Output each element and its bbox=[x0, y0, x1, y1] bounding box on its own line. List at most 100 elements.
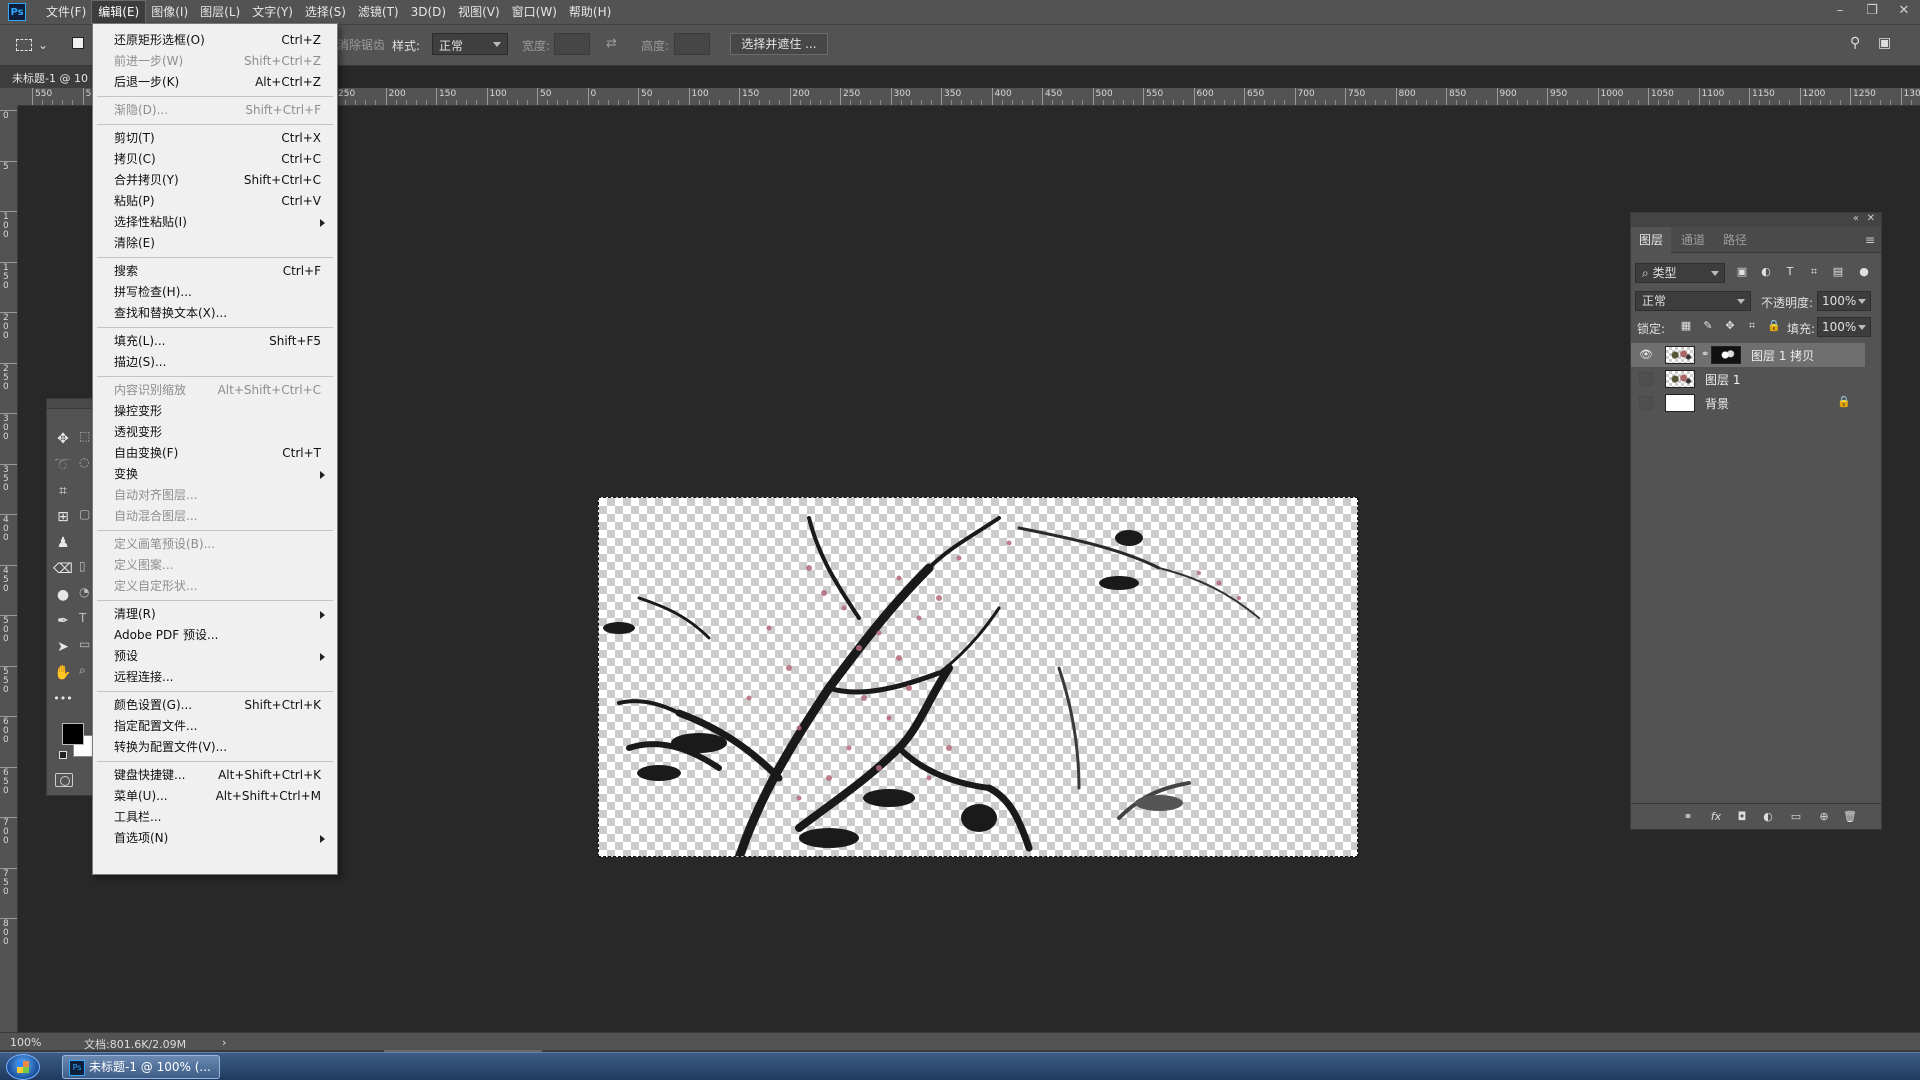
collapse-icon[interactable]: « bbox=[1853, 213, 1859, 224]
layer-row[interactable]: 背景 🔒 bbox=[1631, 391, 1865, 415]
edit-menu-item[interactable]: 预设 bbox=[93, 646, 337, 667]
layer-thumbnail[interactable] bbox=[1665, 394, 1695, 412]
edit-menu-item[interactable]: Adobe PDF 预设... bbox=[93, 625, 337, 646]
document-tab[interactable]: 未标题-1 @ 10 bbox=[0, 66, 94, 88]
default-colors-icon[interactable] bbox=[59, 751, 67, 759]
trash-icon[interactable]: 🗑 bbox=[1843, 810, 1857, 824]
height-input[interactable] bbox=[674, 33, 710, 55]
lock-transparency-icon[interactable]: ▦ bbox=[1679, 319, 1693, 333]
anti-alias-checkbox-label[interactable]: 消除锯齿 bbox=[337, 36, 385, 53]
menu-help[interactable]: 帮助(H) bbox=[563, 1, 617, 23]
menu-window[interactable]: 窗口(W) bbox=[506, 1, 563, 23]
minimize-button[interactable]: – bbox=[1824, 0, 1856, 24]
edit-menu-item[interactable]: 操控变形 bbox=[93, 401, 337, 422]
menu-edit[interactable]: 编辑(E) bbox=[91, 0, 147, 24]
filter-shape-icon[interactable]: ⌗ bbox=[1807, 265, 1821, 279]
width-input[interactable] bbox=[554, 33, 590, 55]
edit-menu-item[interactable]: 还原矩形选框(O) Ctrl+Z bbox=[93, 30, 337, 51]
edit-menu-item[interactable]: 指定配置文件... bbox=[93, 716, 337, 737]
layer-row[interactable]: 👁 ⚭ 图层 1 拷贝 bbox=[1631, 343, 1865, 367]
document-canvas[interactable] bbox=[598, 497, 1358, 857]
visibility-toggle[interactable] bbox=[1639, 396, 1653, 410]
filter-toggle-icon[interactable]: ● bbox=[1857, 265, 1871, 279]
second-column-tool[interactable]: ▭ bbox=[79, 637, 93, 657]
zoom-level[interactable]: 100% bbox=[10, 1036, 41, 1049]
search-icon[interactable]: ⚲ bbox=[1850, 35, 1860, 51]
menu-3d[interactable]: 3D(D) bbox=[405, 1, 452, 23]
new-layer-icon[interactable]: ⊕ bbox=[1817, 810, 1831, 824]
edit-menu-item[interactable]: 粘贴(P) Ctrl+V bbox=[93, 191, 337, 212]
tab-layers[interactable]: 图层 bbox=[1631, 227, 1672, 253]
marquee-tool-preset[interactable]: ⌄ bbox=[16, 34, 56, 56]
lasso-icon[interactable]: ➰ bbox=[53, 455, 73, 475]
lock-position-icon[interactable]: ✥ bbox=[1723, 319, 1737, 333]
move-icon[interactable]: ✥ bbox=[53, 429, 73, 449]
second-column-tool[interactable]: T bbox=[79, 611, 93, 631]
blend-mode-select[interactable]: 正常 bbox=[1635, 291, 1751, 311]
menu-image[interactable]: 图像(I) bbox=[145, 1, 194, 23]
blur-drop-icon[interactable]: ● bbox=[53, 585, 73, 605]
restore-button[interactable]: ❐ bbox=[1856, 0, 1888, 24]
close-panel-icon[interactable]: ✕ bbox=[1867, 213, 1875, 224]
edit-menu-item[interactable]: 查找和替换文本(X)... bbox=[93, 303, 337, 324]
style-select[interactable]: 正常 bbox=[432, 33, 508, 55]
layer-filter-select[interactable]: ⌕ 类型 bbox=[1635, 263, 1725, 283]
crop-icon[interactable]: ⌗ bbox=[53, 481, 73, 501]
second-column-tool[interactable]: ⌕ bbox=[79, 663, 93, 683]
layer-mask-thumbnail[interactable] bbox=[1711, 346, 1741, 364]
frame-icon[interactable]: ⊞ bbox=[53, 507, 73, 527]
quick-mask-icon[interactable] bbox=[55, 773, 73, 787]
edit-menu-item[interactable]: 颜色设置(G)... Shift+Ctrl+K bbox=[93, 695, 337, 716]
new-selection-mode-button[interactable] bbox=[72, 37, 84, 49]
edit-menu-item[interactable]: 描边(S)... bbox=[93, 352, 337, 373]
foreground-color-swatch[interactable] bbox=[62, 723, 84, 745]
second-column-tool[interactable]: ▢ bbox=[79, 507, 93, 527]
mask-link-icon[interactable]: ⚭ bbox=[1701, 349, 1709, 360]
edit-menu-item[interactable]: 拷贝(C) Ctrl+C bbox=[93, 149, 337, 170]
edit-menu-item[interactable]: 远程连接... bbox=[93, 667, 337, 688]
menu-select[interactable]: 选择(S) bbox=[299, 1, 352, 23]
edit-menu-item[interactable]: 剪切(T) Ctrl+X bbox=[93, 128, 337, 149]
tab-paths[interactable]: 路径 bbox=[1715, 227, 1755, 253]
link-icon[interactable]: ⚭ bbox=[1681, 810, 1695, 824]
menu-file[interactable]: 文件(F) bbox=[40, 1, 92, 23]
stamp-icon[interactable]: ♟ bbox=[53, 533, 73, 553]
lock-artboard-icon[interactable]: ⌗ bbox=[1745, 319, 1759, 333]
filter-pixel-icon[interactable]: ▣ bbox=[1735, 265, 1749, 279]
close-button[interactable]: ✕ bbox=[1888, 0, 1920, 24]
path-select-icon[interactable]: ➤ bbox=[53, 637, 73, 657]
edit-menu-item[interactable]: 转换为配置文件(V)... bbox=[93, 737, 337, 758]
pen-icon[interactable]: ✒ bbox=[53, 611, 73, 631]
mask-icon[interactable]: ◘ bbox=[1735, 810, 1749, 824]
workspace-icon[interactable]: ▣ bbox=[1878, 35, 1891, 51]
edit-menu-item[interactable]: 清除(E) bbox=[93, 233, 337, 254]
edit-menu-item[interactable]: 键盘快捷键... Alt+Shift+Ctrl+K bbox=[93, 765, 337, 786]
fill-input[interactable]: 100% bbox=[1817, 317, 1871, 337]
visibility-toggle[interactable] bbox=[1639, 372, 1653, 386]
edit-menu-item[interactable]: 选择性粘贴(I) bbox=[93, 212, 337, 233]
layer-name[interactable]: 背景 bbox=[1705, 395, 1729, 412]
edit-menu-item[interactable]: 自由变换(F) Ctrl+T bbox=[93, 443, 337, 464]
status-menu-arrow[interactable]: › bbox=[222, 1036, 226, 1049]
second-column-tool[interactable]: ⬚ bbox=[79, 429, 93, 449]
fx-icon[interactable]: fx bbox=[1709, 810, 1723, 824]
second-column-tool[interactable]: ◔ bbox=[79, 585, 93, 605]
lock-brush-icon[interactable]: ✎ bbox=[1701, 319, 1715, 333]
edit-menu-item[interactable]: 变换 bbox=[93, 464, 337, 485]
tab-channels[interactable]: 通道 bbox=[1673, 227, 1713, 253]
adjustment-icon[interactable]: ◐ bbox=[1761, 810, 1775, 824]
select-and-mask-button[interactable]: 选择并遮住 ... bbox=[730, 33, 828, 55]
visibility-eye-icon[interactable]: 👁 bbox=[1639, 348, 1653, 362]
layer-name[interactable]: 图层 1 bbox=[1705, 371, 1740, 388]
edit-menu-item[interactable]: 透视变形 bbox=[93, 422, 337, 443]
filter-smart-object-icon[interactable]: ▤ bbox=[1831, 265, 1845, 279]
layer-thumbnail[interactable] bbox=[1665, 346, 1695, 364]
edit-menu-item[interactable]: 清理(R) bbox=[93, 604, 337, 625]
more-tools-icon[interactable]: ••• bbox=[53, 689, 73, 709]
panel-grip[interactable] bbox=[47, 399, 93, 409]
lock-all-icon[interactable]: 🔒 bbox=[1767, 319, 1781, 333]
edit-menu-item[interactable]: 工具栏... bbox=[93, 807, 337, 828]
menu-view[interactable]: 视图(V) bbox=[452, 1, 506, 23]
layer-name[interactable]: 图层 1 拷贝 bbox=[1751, 347, 1814, 364]
edit-menu-item[interactable]: 搜索 Ctrl+F bbox=[93, 261, 337, 282]
